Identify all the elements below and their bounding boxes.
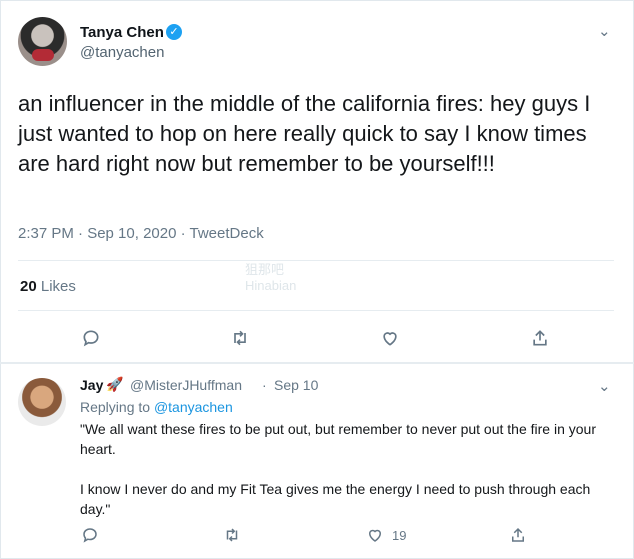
replying-to: Replying to @tanyachen xyxy=(80,399,233,415)
heart-icon xyxy=(368,529,382,542)
verified-badge-icon: ✓ xyxy=(166,24,182,40)
retweet-icon xyxy=(234,330,246,346)
chevron-down-icon[interactable]: ⌄ xyxy=(598,377,611,395)
likes-label: Likes xyxy=(40,278,76,295)
retweet-icon xyxy=(226,528,238,542)
watermark-line-2: Hinabian xyxy=(245,278,297,293)
tweet-text: an influencer in the middle of the calif… xyxy=(18,91,591,176)
retweet-button[interactable] xyxy=(222,522,242,548)
watermark: 狙那吧 Hinabian xyxy=(245,262,296,294)
reply-author-name[interactable]: Jay xyxy=(80,377,103,393)
meta-separator: · xyxy=(262,377,267,393)
share-button[interactable] xyxy=(525,323,555,353)
reply-author-handle[interactable]: @MisterJHuffman xyxy=(130,377,242,393)
author-handle[interactable]: @tanyachen xyxy=(80,44,164,61)
reply-icon xyxy=(83,528,97,543)
heart-icon xyxy=(383,332,397,346)
reply-button[interactable] xyxy=(76,323,106,353)
reply-likes-count: 19 xyxy=(392,527,407,543)
avatar[interactable] xyxy=(18,17,67,66)
chevron-down-icon[interactable]: ⌄ xyxy=(598,22,611,40)
like-button[interactable] xyxy=(375,323,405,353)
replying-to-handle[interactable]: @tanyachen xyxy=(154,399,233,415)
likes-number: 20 xyxy=(20,278,37,295)
divider xyxy=(18,310,614,311)
reply-date[interactable]: Sep 10 xyxy=(274,377,318,393)
likes-count[interactable]: 20 Likes xyxy=(20,278,76,295)
reply-text: "We all want these fires to be put out, … xyxy=(80,421,596,517)
tweet-timestamp[interactable]: 2:37 PM · Sep 10, 2020 · TweetDeck xyxy=(18,225,264,242)
rocket-emoji-icon: 🚀 xyxy=(106,376,124,392)
divider xyxy=(18,260,614,261)
share-button[interactable] xyxy=(509,522,527,548)
replying-to-label: Replying to xyxy=(80,399,151,415)
main-tweet: Tanya Chen ✓ @tanyachen ⌄ an influencer … xyxy=(0,0,634,362)
reply-icon xyxy=(83,330,99,347)
avatar[interactable] xyxy=(18,378,66,426)
like-button[interactable]: 19 xyxy=(366,522,406,548)
reply-button[interactable] xyxy=(81,522,99,548)
share-icon xyxy=(512,527,524,542)
watermark-line-1: 狙那吧 xyxy=(245,262,285,277)
reply-tweet: Jay 🚀 @MisterJHuffman · Sep 10 ⌄ Replyin… xyxy=(0,364,634,559)
author-name[interactable]: Tanya Chen xyxy=(80,24,164,41)
share-icon xyxy=(533,330,547,346)
retweet-button[interactable] xyxy=(225,323,255,353)
